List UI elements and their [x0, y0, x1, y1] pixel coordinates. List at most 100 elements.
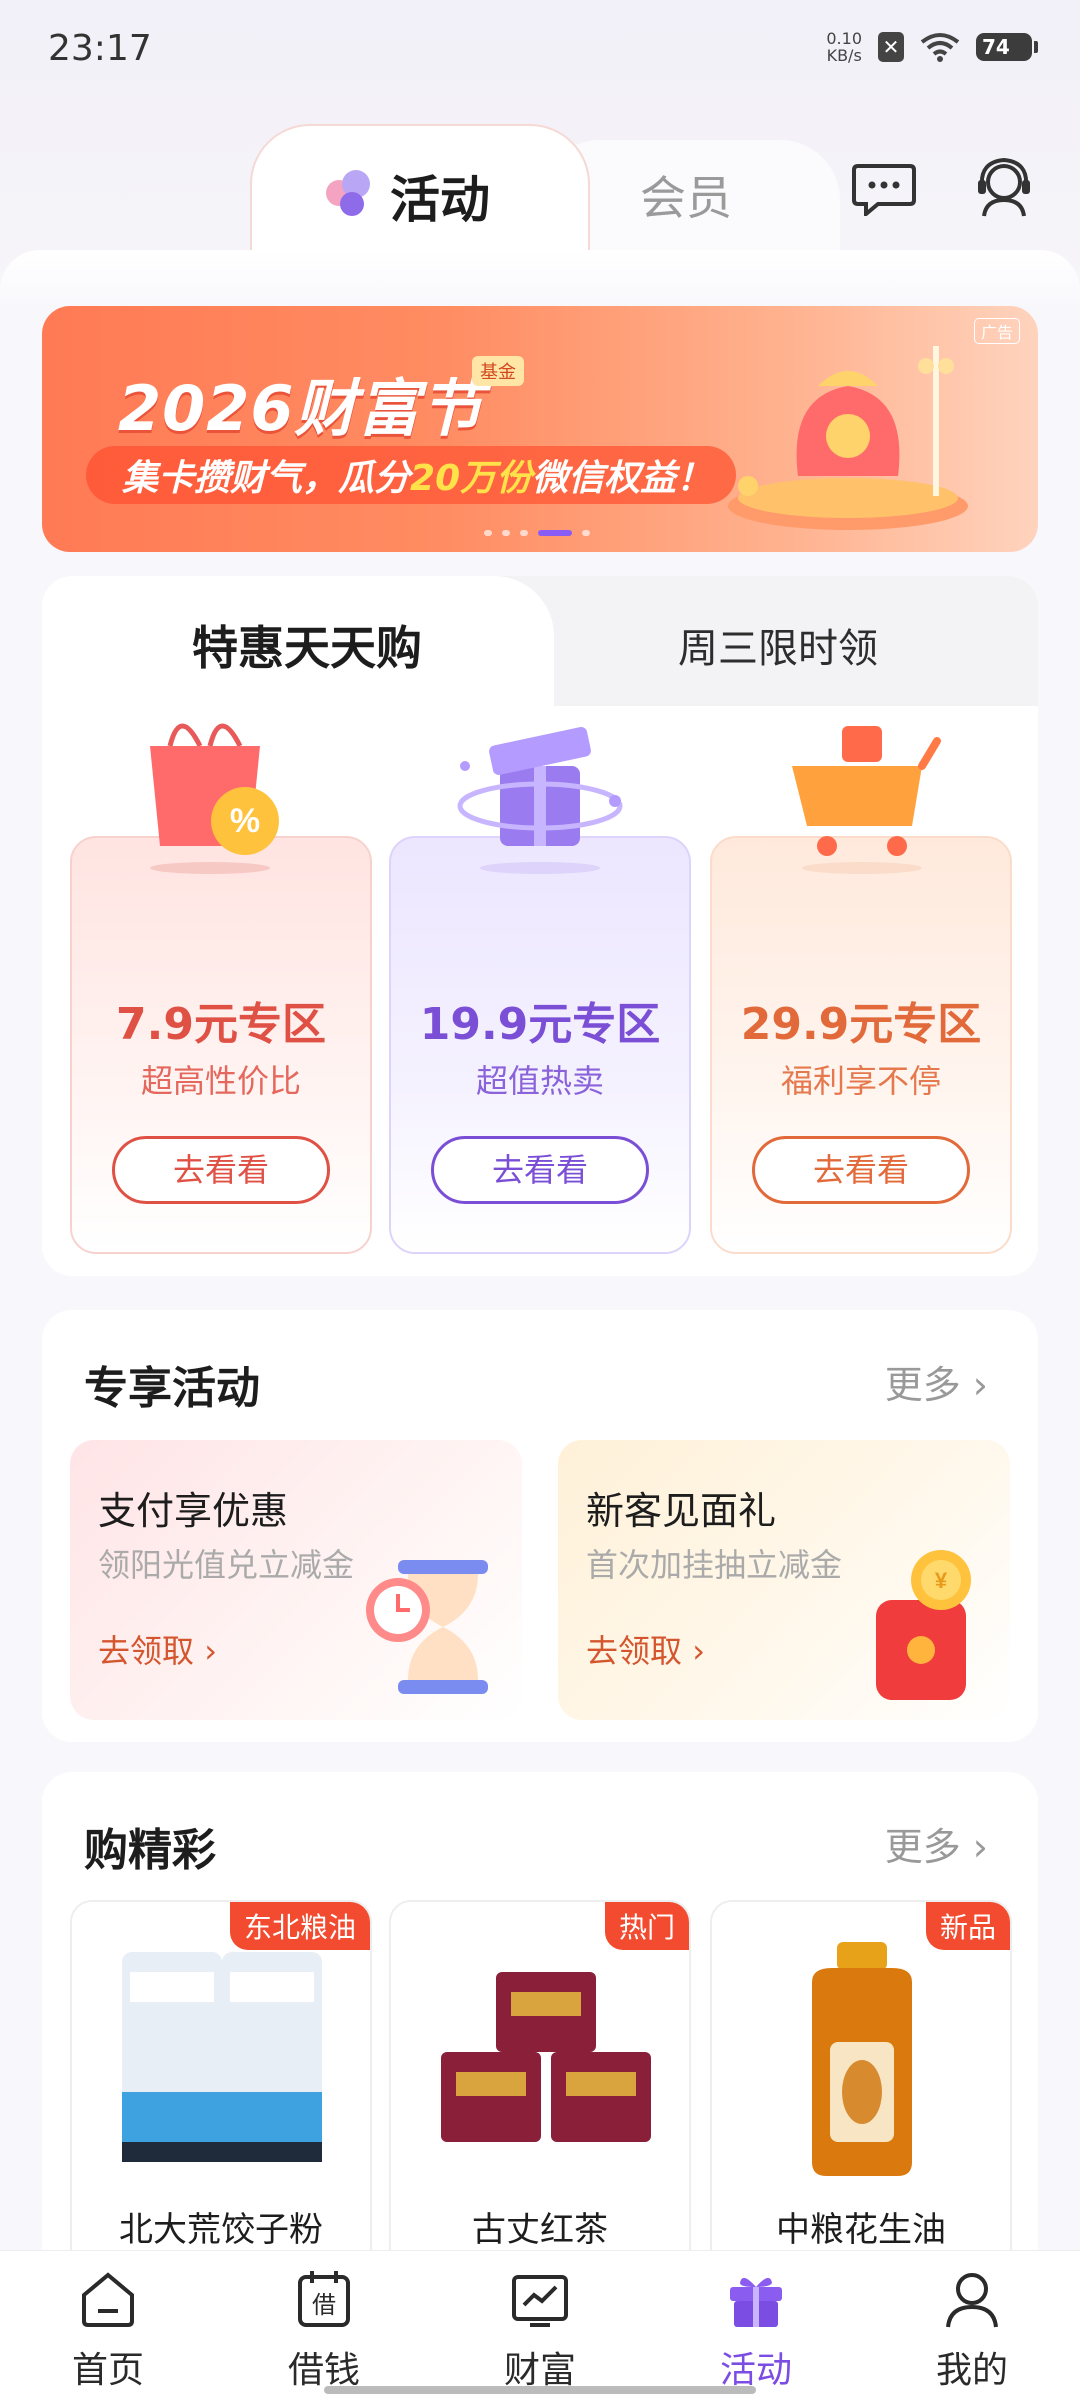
banner-title: 2026财富节 — [118, 372, 484, 445]
svg-text:借: 借 — [312, 2291, 336, 2319]
banner-subtitle: 集卡攒财气，瓜分 20万份 微信权益！ — [86, 446, 736, 504]
activity-title: 新客见面礼 — [586, 1489, 777, 1533]
nav-borrow[interactable]: 借 借钱 — [216, 2251, 432, 2400]
banner-subtitle-prefix: 集卡攒财气，瓜分 — [122, 458, 411, 499]
top-tab-bar: 活动 会员 — [0, 110, 1080, 274]
tab-activity-label: 活动 — [390, 171, 490, 229]
activity-title: 支付享优惠 — [98, 1489, 289, 1533]
exclusive-activities-card: 专享活动 更多 › 支付享优惠 领阳光值兑立减金 去领取 › 新客见面礼 首次加… — [42, 1310, 1038, 1742]
product-badge: 热门 — [604, 1902, 689, 1950]
tab-wednesday-limited[interactable]: 周三限时领 — [678, 616, 878, 674]
status-icons: 0.10 KB/s ✕ 74 — [826, 30, 1038, 64]
zone-subtitle: 超值热卖 — [475, 1062, 604, 1100]
lucky-bag-illustration — [728, 346, 968, 530]
home-icon — [82, 2272, 134, 2327]
customer-service-icon[interactable] — [974, 156, 1034, 218]
profile-icon — [946, 2273, 998, 2328]
chevron-right-icon: › — [972, 1825, 988, 1869]
activity-payment-discount[interactable]: 支付享优惠 领阳光值兑立减金 去领取 › — [70, 1440, 522, 1720]
tea-cans-image — [441, 1972, 651, 2142]
activity-new-customer-gift[interactable]: 新客见面礼 首次加挂抽立减金 去领取 › ¥ — [558, 1440, 1010, 1720]
more-link[interactable]: 更多 › — [885, 1816, 988, 1871]
daily-deals-card: 特惠天天购 周三限时领 7.9元专区 超高性价比 去看看 % 19.9元专区 超… — [42, 576, 1038, 1276]
nav-profile[interactable]: 我的 — [864, 2251, 1080, 2400]
pagination-dot — [502, 530, 510, 536]
pagination-dot — [582, 530, 590, 536]
tab-daily-deals[interactable]: 特惠天天购 — [42, 576, 554, 706]
view-button[interactable]: 去看看 — [112, 1136, 330, 1204]
flour-bag-image — [122, 1952, 322, 2162]
ad-label: 广告 — [973, 318, 1020, 344]
promo-banner[interactable]: 2026财富节 基金 广告 集卡攒财气，瓜分 20万份 微信权益！ — [42, 306, 1038, 552]
claim-label: 去领取 — [586, 1632, 683, 1670]
zone-card-7-9[interactable]: 7.9元专区 超高性价比 去看看 — [70, 836, 372, 1254]
banner-tag: 基金 — [472, 356, 524, 386]
pagination-dot-active — [538, 530, 572, 536]
svg-text:¥: ¥ — [935, 1568, 948, 1593]
bottom-navigation: 首页 借 借钱 财富 活动 我的 — [0, 2250, 1080, 2400]
zone-card-19-9[interactable]: 19.9元专区 超值热卖 去看看 — [389, 836, 691, 1254]
network-speed-unit: KB/s — [826, 46, 862, 65]
view-button[interactable]: 去看看 — [752, 1136, 970, 1204]
status-bar: 23:17 0.10 KB/s ✕ 74 — [0, 0, 1080, 100]
activity-subtitle: 领阳光值兑立减金 — [98, 1546, 355, 1584]
wealth-icon — [512, 2275, 568, 2327]
tab-member[interactable]: 会员 — [640, 162, 732, 228]
daily-tabs: 特惠天天购 周三限时领 — [42, 576, 1038, 706]
nav-activity[interactable]: 活动 — [648, 2251, 864, 2400]
zone-title: 29.9元专区 — [740, 999, 982, 1050]
shopping-cart-icon — [792, 726, 941, 874]
notification-off-icon: ✕ — [878, 32, 904, 62]
product-badge: 东北粮油 — [229, 1902, 370, 1950]
balloon-icon — [320, 168, 376, 224]
svg-text:%: % — [230, 802, 260, 840]
gift-box-icon — [457, 727, 623, 874]
more-link[interactable]: 更多 › — [885, 1354, 988, 1409]
chevron-right-icon: › — [204, 1632, 217, 1670]
claim-link[interactable]: 去领取 › — [586, 1626, 705, 1672]
network-speed-value: 0.10 — [826, 29, 862, 48]
hourglass-clock-icon — [366, 1560, 488, 1694]
tab-activity[interactable]: 活动 — [320, 160, 490, 232]
battery-indicator: 74 — [976, 33, 1038, 61]
section-title: 购精彩 — [84, 1825, 216, 1876]
red-envelope-coin-icon: ¥ — [876, 1550, 971, 1700]
oil-bottle-image — [812, 1942, 912, 2176]
tab-daily-deals-label: 特惠天天购 — [192, 621, 422, 675]
claim-label: 去领取 — [98, 1632, 195, 1670]
shopping-bag-icon: % — [150, 723, 279, 874]
nav-home[interactable]: 首页 — [0, 2251, 216, 2400]
product-name: 北大荒饺子粉 — [119, 2210, 323, 2250]
nav-label: 我的 — [935, 2350, 1008, 2391]
more-label: 更多 — [884, 1363, 961, 1407]
zone-subtitle: 福利享不停 — [780, 1062, 941, 1100]
more-label: 更多 — [884, 1825, 961, 1869]
product-badge: 新品 — [925, 1902, 1010, 1950]
borrow-icon: 借 — [298, 2271, 350, 2327]
activity-subtitle: 首次加挂抽立减金 — [586, 1546, 843, 1584]
message-icon[interactable] — [852, 162, 916, 216]
network-speed: 0.10 KB/s — [826, 30, 862, 64]
chevron-right-icon: › — [972, 1363, 988, 1407]
pagination-dot — [520, 530, 528, 536]
view-button[interactable]: 去看看 — [431, 1136, 649, 1204]
banner-pagination — [484, 530, 590, 536]
claim-link[interactable]: 去领取 › — [98, 1626, 217, 1672]
gift-icon — [730, 2277, 782, 2327]
banner-subtitle-suffix: 微信权益！ — [532, 458, 713, 499]
product-name: 古丈红茶 — [472, 2210, 608, 2250]
pagination-dot — [484, 530, 492, 536]
nav-label: 首页 — [71, 2350, 144, 2391]
nav-wealth[interactable]: 财富 — [432, 2251, 648, 2400]
screen: 23:17 0.10 KB/s ✕ 74 活动 会员 2026财富节 基金 广告… — [0, 0, 1080, 2400]
zone-title: 7.9元专区 — [116, 999, 326, 1050]
zone-card-29-9[interactable]: 29.9元专区 福利享不停 去看看 — [710, 836, 1012, 1254]
product-name: 中粮花生油 — [776, 2210, 946, 2250]
home-indicator[interactable] — [324, 2386, 756, 2394]
wifi-icon — [920, 33, 960, 62]
zone-title: 19.9元专区 — [419, 999, 661, 1050]
chevron-right-icon: › — [692, 1632, 705, 1670]
section-title: 专享活动 — [84, 1363, 260, 1414]
zone-subtitle: 超高性价比 — [140, 1062, 301, 1100]
banner-subtitle-highlight: 20万份 — [410, 458, 533, 499]
